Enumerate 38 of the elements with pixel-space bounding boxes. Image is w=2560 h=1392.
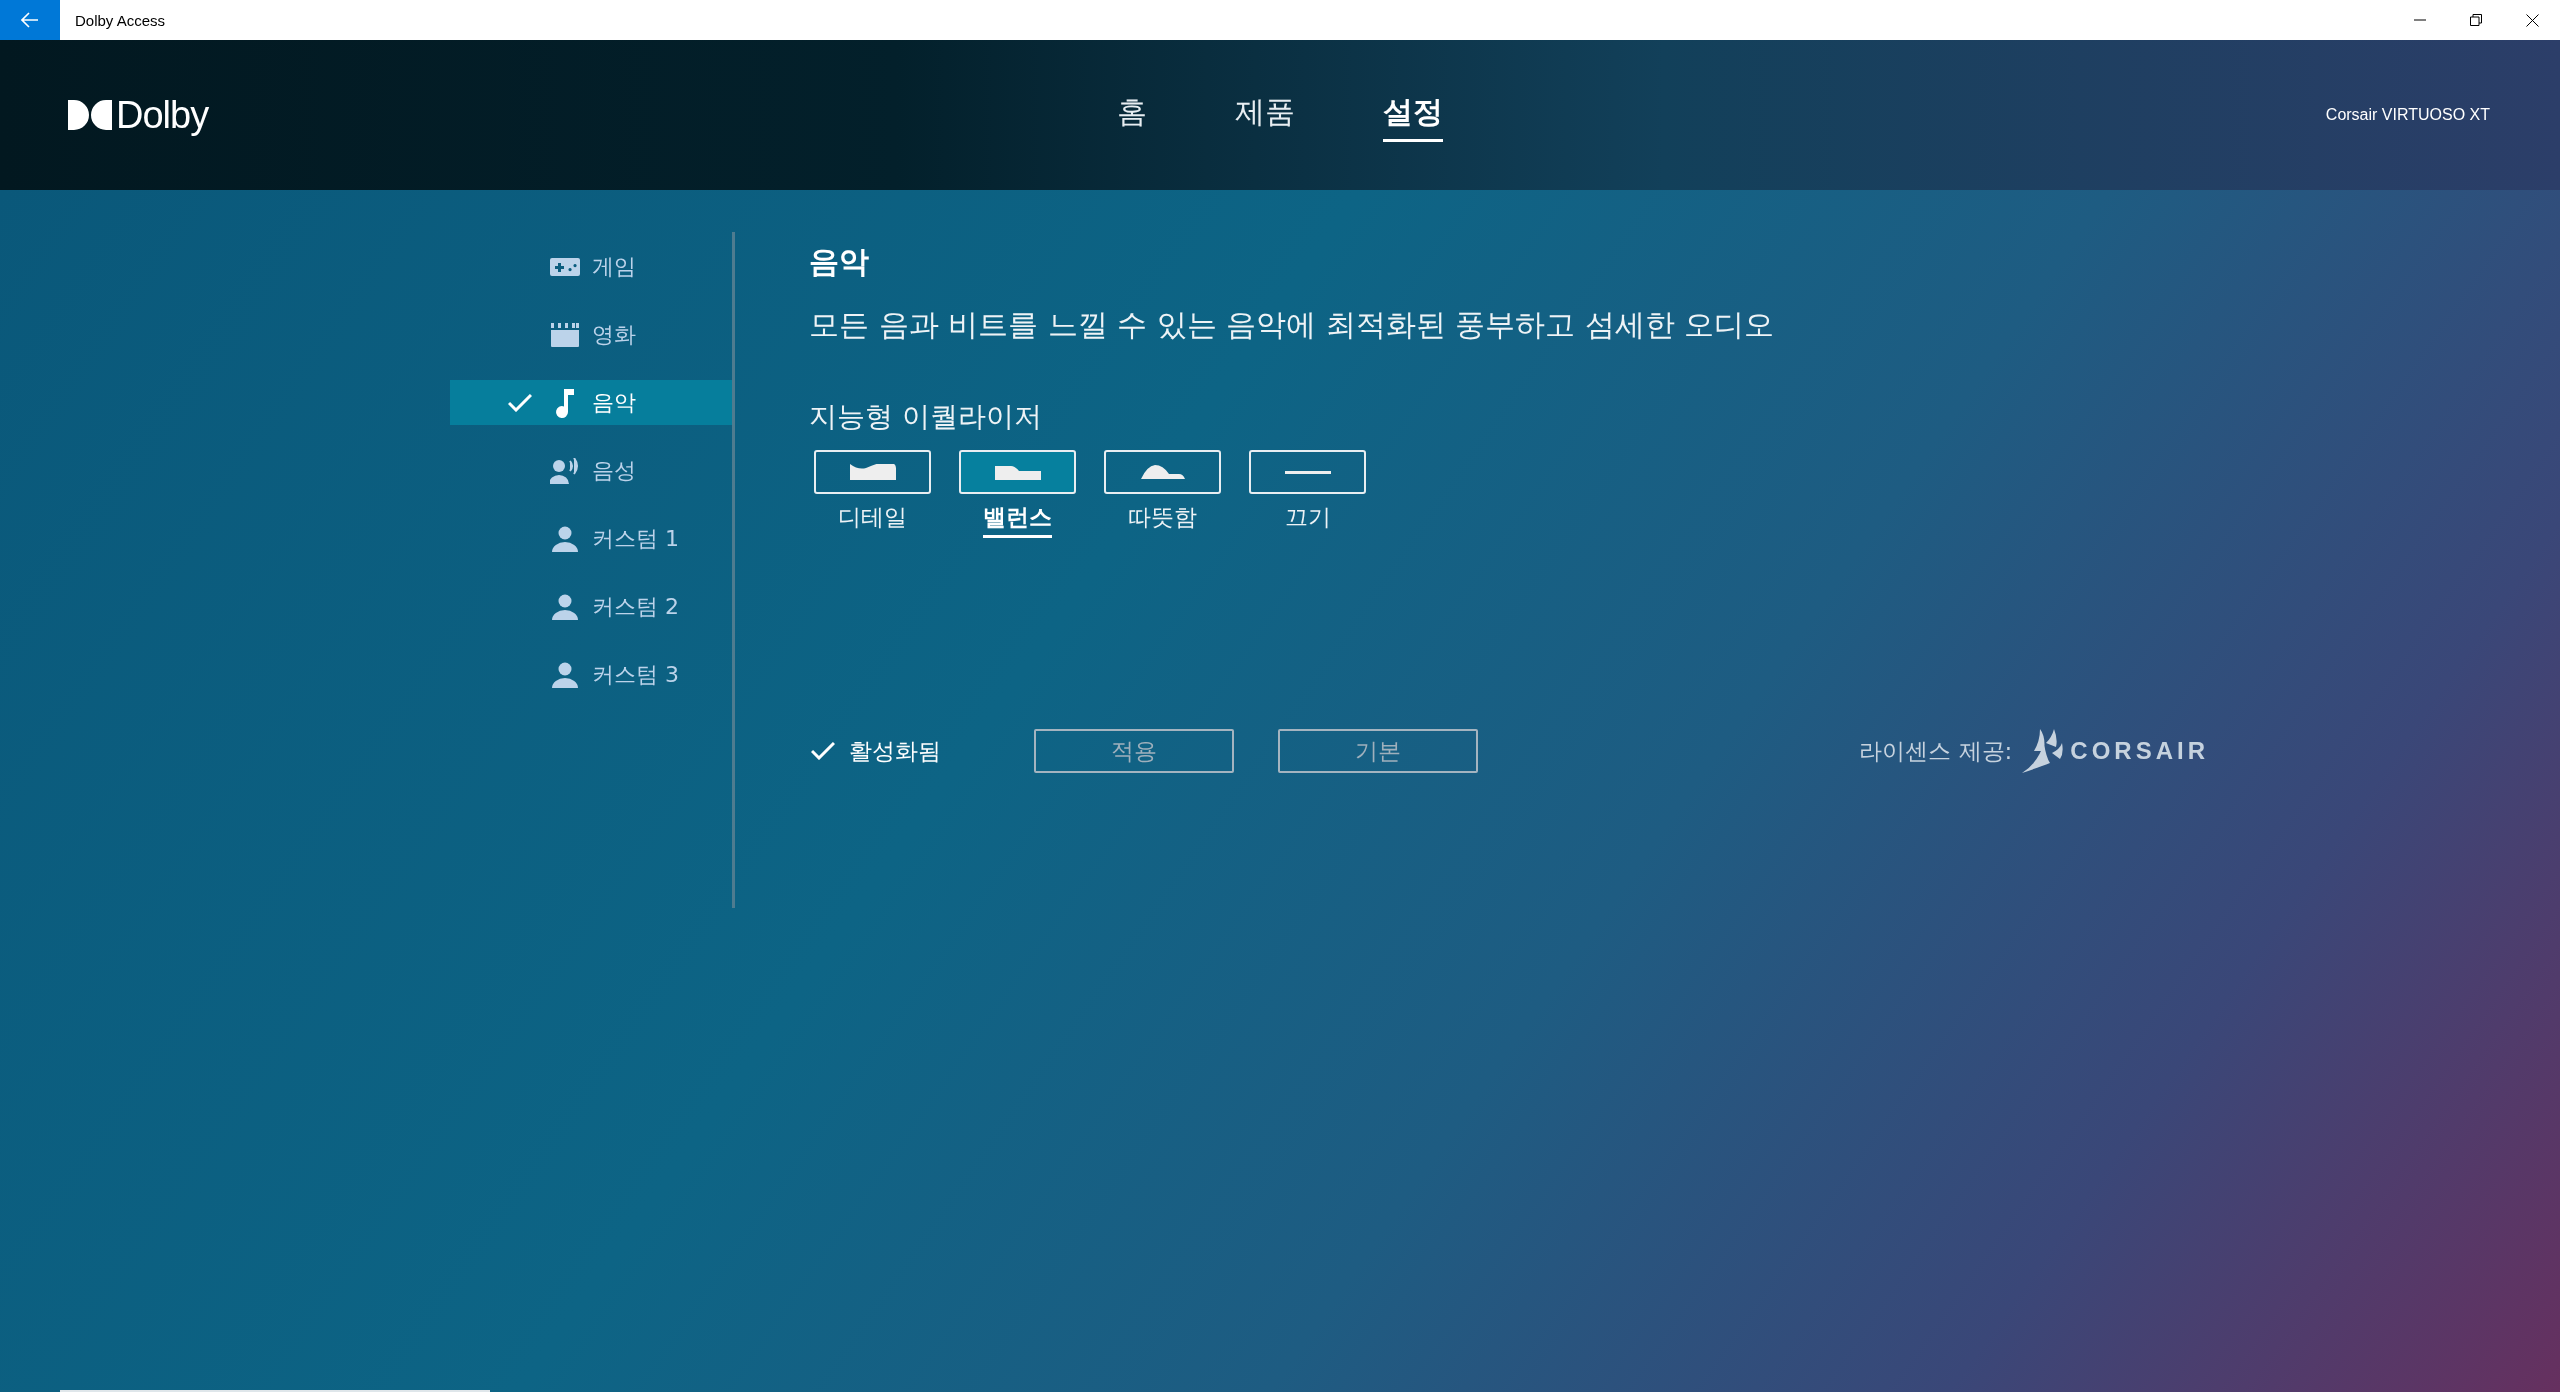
clapperboard-icon bbox=[551, 322, 579, 347]
person-icon bbox=[552, 661, 578, 688]
sidebar-item[interactable]: 커스텀 2 bbox=[450, 584, 732, 629]
nav-tab[interactable]: 홈 bbox=[1117, 88, 1147, 142]
license-label: 라이센스 제공: bbox=[1859, 736, 2013, 766]
music-note-icon bbox=[554, 386, 576, 419]
window-title: Dolby Access bbox=[75, 11, 166, 29]
nav-tab[interactable]: 설정 bbox=[1383, 88, 1443, 142]
brand-name: CORSAIR bbox=[2070, 737, 2209, 765]
sidebar-item[interactable]: 커스텀 3 bbox=[450, 652, 732, 697]
back-arrow-icon bbox=[21, 12, 39, 28]
dolby-logo-icon bbox=[68, 100, 112, 130]
minimize-icon bbox=[2414, 19, 2426, 21]
back-button[interactable] bbox=[0, 0, 60, 40]
check-icon bbox=[508, 393, 532, 412]
eq-curve-icon bbox=[994, 464, 1041, 480]
restore-icon bbox=[2470, 14, 2482, 26]
speaking-person-icon bbox=[550, 457, 580, 484]
eq-curve-icon bbox=[1140, 465, 1185, 479]
sidebar-item[interactable]: 커스텀 1 bbox=[450, 516, 732, 561]
person-icon bbox=[552, 525, 578, 552]
check-icon bbox=[811, 742, 835, 760]
close-icon bbox=[2525, 13, 2539, 27]
gamepad-icon bbox=[550, 257, 580, 276]
equalizer-title: 지능형 이퀄라이저 bbox=[809, 399, 1043, 435]
profile-description: 모든 음과 비트를 느낄 수 있는 음악에 최적화된 풍부하고 섬세한 오디오 bbox=[809, 306, 1776, 344]
sidebar-item[interactable]: 음악 bbox=[450, 380, 732, 425]
eq-curve-icon bbox=[1284, 470, 1331, 474]
device-name: Corsair VIRTUOSO XT bbox=[2325, 106, 2490, 124]
logo-text: Dolby bbox=[116, 93, 209, 137]
person-icon bbox=[552, 593, 578, 620]
sidebar-item[interactable]: 음성 bbox=[450, 448, 732, 493]
sidebar-item[interactable]: 영화 bbox=[450, 312, 732, 357]
sidebar-item[interactable]: 게임 bbox=[450, 244, 732, 289]
eq-curve-icon bbox=[849, 464, 896, 480]
profile-title: 음악 bbox=[809, 243, 870, 281]
enabled-toggle[interactable]: 활성화됨 bbox=[809, 735, 1034, 767]
nav-tab[interactable]: 제품 bbox=[1235, 88, 1295, 142]
